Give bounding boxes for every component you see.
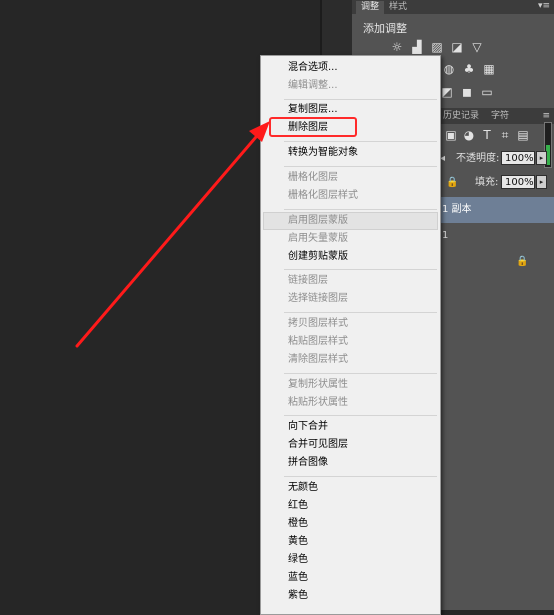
arrow-head — [249, 121, 270, 142]
annotation-arrow — [75, 121, 270, 348]
arrow-shaft — [75, 128, 264, 348]
